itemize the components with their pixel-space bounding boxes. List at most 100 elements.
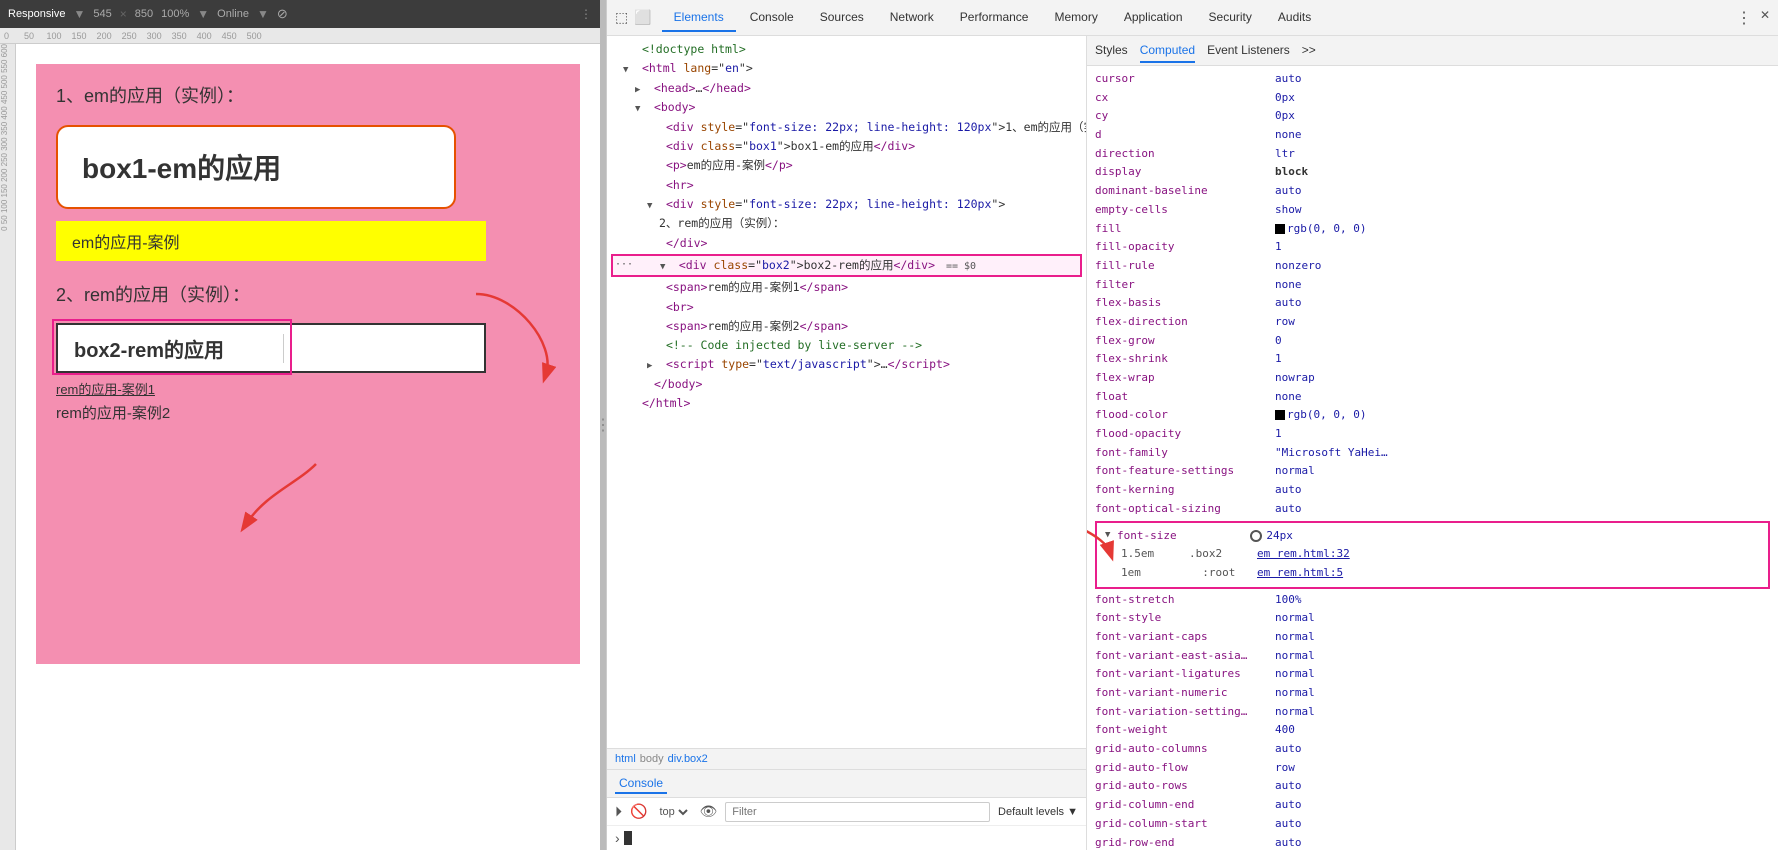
css-prop-grid-row-end: grid-row-end auto [1095,834,1770,850]
toolbar-responsive[interactable]: Responsive [8,8,65,20]
elements-content[interactable]: <!doctype html> <html lang="en"> <head>…… [607,36,1086,748]
css-prop-flex-wrap: flex-wrap nowrap [1095,369,1770,388]
styles-tab-more[interactable]: >> [1302,39,1316,63]
console-toolbar: ⏵ 🚫 top 👁 Default levels ▼ [607,798,1086,826]
css-prop-flood-opacity: flood-opacity 1 [1095,425,1770,444]
toolbar-zoom[interactable]: 100% [161,8,189,20]
console-cursor [624,831,632,845]
el-line-div-style1[interactable]: <div style="font-size: 22px; line-height… [607,118,1086,137]
console-filter-input[interactable] [725,802,990,822]
el-line-span2[interactable]: <span>rem的应用-案例2</span> [607,317,1086,336]
devtools-icons: ⋮ ✕ [1736,8,1770,28]
css-prop-fill-opacity: fill-opacity 1 [1095,238,1770,257]
elements-breadcrumb: html body div.box2 [607,748,1086,770]
devtools-settings-icon[interactable]: ✕ [1760,8,1770,28]
console-tab-console[interactable]: Console [615,774,667,794]
el-line-span1[interactable]: <span>rem的应用-案例1</span> [607,278,1086,297]
box2: box2-rem的应用 [56,323,486,373]
font-size-circle [1250,530,1262,542]
font-size-link1[interactable]: em rem.html:32 [1257,545,1350,564]
devtools-more-icon[interactable]: ⋮ [1736,8,1752,28]
el-line-body-close[interactable]: </body> [607,375,1086,394]
css-prop-font-feature: font-feature-settings normal [1095,462,1770,481]
el-line-div-style2[interactable]: <div style="font-size: 22px; line-height… [607,195,1086,215]
devtools-cursor-icon[interactable]: ⬚ [615,9,628,26]
css-prop-font-family: font-family "Microsoft YaHei… [1095,444,1770,463]
el-line-p[interactable]: <p>em的应用-案例</p> [607,156,1086,175]
arrow2-overlay [236,454,356,537]
console-context-select[interactable]: top [655,805,691,819]
arrow3-overlay [1087,507,1115,570]
styles-tab-styles[interactable]: Styles [1095,39,1128,63]
css-prop-font-variant-east: font-variant-east-asia… normal [1095,647,1770,666]
tab-network[interactable]: Network [878,4,946,32]
styles-panel: Styles Computed Event Listeners >> curso… [1087,36,1778,850]
font-size-link2[interactable]: em rem.html:5 [1257,564,1343,583]
preview-content: 0 50 100 150 200 250 300 350 400 450 500… [0,44,600,850]
ruler-horizontal: 0 50 100 150 200 250 300 350 400 450 500 [0,28,600,44]
el-line-closediv[interactable]: </div> [607,234,1086,253]
el-line-box2[interactable]: ··· <div class="box2">box2-rem的应用</div> … [611,254,1082,278]
el-line-comment[interactable]: <!-- Code injected by live-server --> [607,336,1086,355]
font-size-section: ▼ font-size 24px 1.5em .box2 em rem.html… [1095,521,1770,589]
devtools-panel: ⬚ ⬜ Elements Console Sources Network Per… [606,0,1778,850]
css-prop-fill-rule: fill-rule nonzero [1095,257,1770,276]
elements-panel: <!doctype html> <html lang="en"> <head>…… [607,36,1087,850]
box2-container: box2-rem的应用 [56,323,486,379]
toolbar-online[interactable]: Online [217,8,249,20]
devtools-body: <!doctype html> <html lang="en"> <head>…… [607,36,1778,850]
el-line-box1[interactable]: <div class="box1">box1-em的应用</div> [607,137,1086,156]
breadcrumb-div-box2[interactable]: div.box2 [668,753,708,765]
css-prop-filter: filter none [1095,276,1770,295]
styles-tab-computed[interactable]: Computed [1140,39,1195,63]
preview-panel: Responsive ▼ 545 × 850 100% ▼ Online ▼ ⊘… [0,0,600,850]
styles-tab-event-listeners[interactable]: Event Listeners [1207,39,1290,63]
fill-swatch [1275,224,1285,234]
tab-elements[interactable]: Elements [662,4,736,32]
devtools-inspector-icon[interactable]: ⬜ [634,9,651,26]
page-body: 1、em的应用（实例）： box1-em的应用 em的应用-案例 [36,64,580,664]
css-prop-font-variant-caps: font-variant-caps normal [1095,628,1770,647]
section1-title: 1、em的应用（实例）： [56,84,560,109]
css-prop-grid-auto-rows: grid-auto-rows auto [1095,777,1770,796]
el-line-doctype[interactable]: <!doctype html> [607,40,1086,59]
css-prop-fill: fill rgb(0, 0, 0) [1095,220,1770,239]
css-prop-flex-shrink: flex-shrink 1 [1095,350,1770,369]
box1: box1-em的应用 [56,125,456,209]
css-prop-flood-color: flood-color rgb(0, 0, 0) [1095,406,1770,425]
tab-console[interactable]: Console [738,4,806,32]
console-ban-btn[interactable]: 🚫 [630,803,647,820]
devtools-toolbar: Responsive ▼ 545 × 850 100% ▼ Online ▼ ⊘… [0,0,600,28]
breadcrumb-html[interactable]: html [615,753,636,765]
console-eye-btn[interactable]: 👁 [699,803,717,820]
css-prop-flex-basis: flex-basis auto [1095,294,1770,313]
css-prop-grid-auto-cols: grid-auto-columns auto [1095,740,1770,759]
toolbar-height: 850 [135,8,153,20]
el-line-br[interactable]: <br> [607,298,1086,317]
el-line-head[interactable]: <head>…</head> [607,79,1086,99]
console-clear-btn[interactable]: ⏵ [615,803,622,820]
tab-audits[interactable]: Audits [1266,4,1323,32]
css-prop-font-weight: font-weight 400 [1095,721,1770,740]
tab-application[interactable]: Application [1112,4,1195,32]
css-prop-font-stretch: font-stretch 100% [1095,591,1770,610]
page-frame: 1、em的应用（实例）： box1-em的应用 em的应用-案例 [16,44,600,850]
console-levels-label[interactable]: Default levels ▼ [998,806,1078,818]
css-prop-dominant-baseline: dominant-baseline auto [1095,182,1770,201]
css-prop-font-style: font-style normal [1095,609,1770,628]
tab-performance[interactable]: Performance [948,4,1041,32]
tab-security[interactable]: Security [1197,4,1264,32]
el-line-body[interactable]: <body> [607,98,1086,118]
console-prompt: › [615,830,620,846]
tab-sources[interactable]: Sources [808,4,876,32]
el-line-html-close[interactable]: </html> [607,394,1086,413]
css-prop-font-variant-num: font-variant-numeric normal [1095,684,1770,703]
el-line-html[interactable]: <html lang="en"> [607,59,1086,79]
css-prop-grid-col-end: grid-column-end auto [1095,796,1770,815]
tab-memory[interactable]: Memory [1042,4,1109,32]
toolbar-dots[interactable]: ⋮ [580,7,592,21]
css-prop-cursor: cursor auto [1095,70,1770,89]
el-line-hr[interactable]: <hr> [607,176,1086,195]
box1-label: box1-em的应用 [82,153,281,184]
el-line-script[interactable]: <script type="text/javascript">…</script… [607,355,1086,375]
